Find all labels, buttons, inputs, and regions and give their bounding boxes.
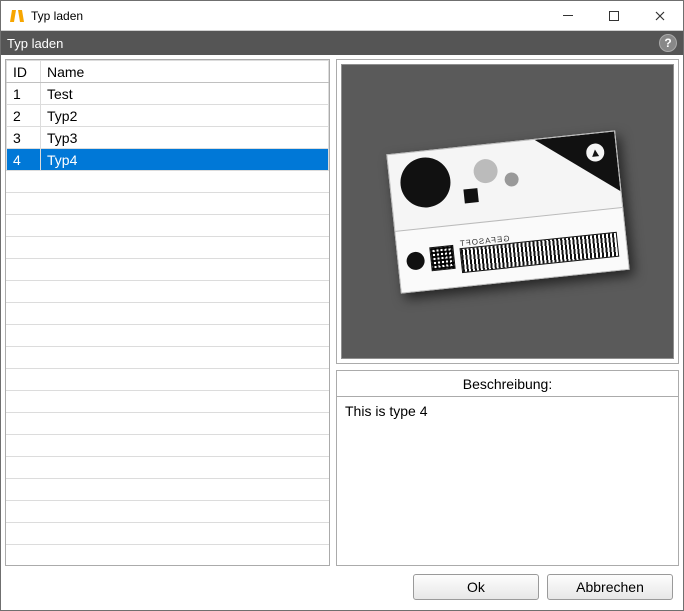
cell-name: Typ3 — [41, 127, 329, 149]
close-icon — [655, 11, 665, 21]
type-list-panel: ID Name 1Test2Typ23Typ34Typ4 — [5, 59, 330, 566]
cell-name: Typ2 — [41, 105, 329, 127]
cell-name: Test — [41, 83, 329, 105]
cell-id: 4 — [7, 149, 41, 171]
qr-code-icon — [429, 244, 455, 270]
content-area: ID Name 1Test2Typ23Typ34Typ4 — [1, 55, 683, 570]
maximize-icon — [609, 11, 619, 21]
description-label: Beschreibung: — [337, 371, 678, 397]
table-row[interactable]: 2Typ2 — [7, 105, 329, 127]
minimize-button[interactable] — [545, 1, 591, 31]
titlebar: Typ laden — [1, 1, 683, 31]
close-button[interactable] — [637, 1, 683, 31]
column-header-name[interactable]: Name — [41, 61, 329, 83]
table-row[interactable]: 3Typ3 — [7, 127, 329, 149]
subheader: Typ laden ? — [1, 31, 683, 55]
app-icon — [9, 8, 25, 24]
preview-panel: ▲ GEFASOFT — [336, 59, 679, 364]
cancel-button[interactable]: Abbrechen — [547, 574, 673, 600]
preview-image: ▲ GEFASOFT — [341, 64, 674, 359]
table-row[interactable]: 4Typ4 — [7, 149, 329, 171]
description-text: This is type 4 — [337, 397, 678, 565]
cell-name: Typ4 — [41, 149, 329, 171]
cell-id: 1 — [7, 83, 41, 105]
description-panel: Beschreibung: This is type 4 — [336, 370, 679, 566]
maximize-button[interactable] — [591, 1, 637, 31]
right-column: ▲ GEFASOFT — [336, 59, 679, 566]
button-bar: Ok Abbrechen — [1, 570, 683, 610]
table-row[interactable]: 1Test — [7, 83, 329, 105]
table-empty-area — [6, 171, 329, 565]
dialog-window: Typ laden Typ laden ? ID Name — [0, 0, 684, 611]
column-header-id[interactable]: ID — [7, 61, 41, 83]
type-table[interactable]: ID Name 1Test2Typ23Typ34Typ4 — [6, 60, 329, 171]
cell-id: 3 — [7, 127, 41, 149]
ok-button[interactable]: Ok — [413, 574, 539, 600]
cell-id: 2 — [7, 105, 41, 127]
subheader-title: Typ laden — [7, 36, 63, 51]
help-icon[interactable]: ? — [659, 34, 677, 52]
window-title: Typ laden — [31, 9, 83, 23]
minimize-icon — [563, 11, 573, 21]
